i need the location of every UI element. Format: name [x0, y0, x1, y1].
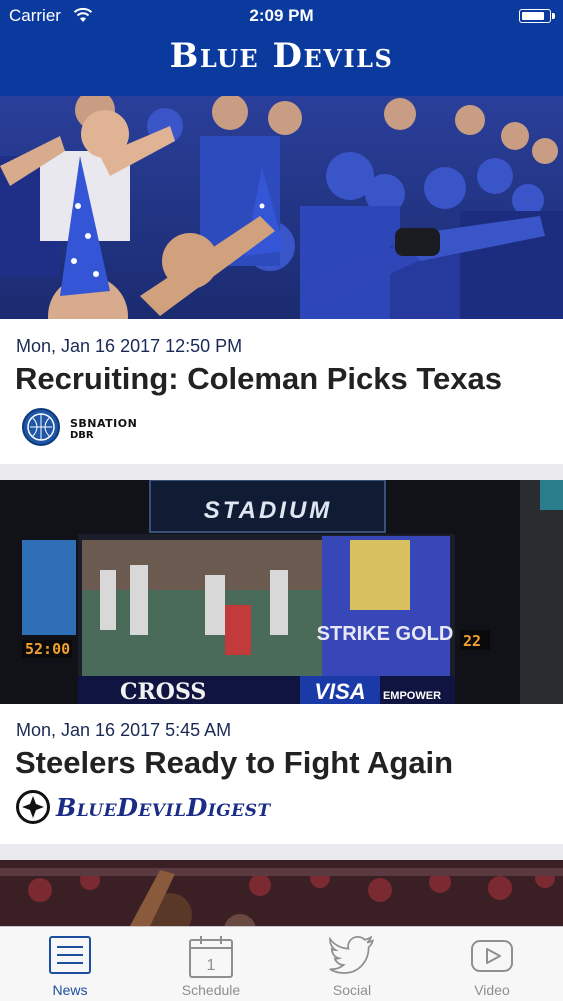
- news-item[interactable]: [0, 860, 563, 926]
- ad-strike-gold: STRIKE GOLD: [317, 623, 454, 645]
- article-date: Mon, Jan 16 2017 12:50 PM: [16, 336, 243, 356]
- tab-video[interactable]: Video: [422, 927, 562, 1001]
- ad-visa: VISA: [314, 679, 365, 704]
- tab-label: Social: [332, 982, 372, 998]
- sbnation-dbr-logo: [22, 408, 60, 446]
- scoreboard-clock-left: 52:00: [25, 640, 70, 658]
- crowd-photo: [0, 96, 563, 319]
- source-name: BlueDevilDigest: [56, 793, 271, 822]
- article-date: Mon, Jan 16 2017 5:45 AM: [16, 720, 232, 740]
- news-item[interactable]: STADIUM 52:00 STRIKE GOLD CROSS VISA EMP…: [0, 480, 563, 844]
- source-subname: DBR: [70, 430, 94, 441]
- ad-empower: EMPOWER: [383, 690, 441, 702]
- calendar-day: 1: [207, 957, 216, 974]
- tab-bar: News 1 Schedule Social Video: [0, 926, 563, 1001]
- tab-label: Video: [474, 982, 510, 998]
- tab-label: Schedule: [181, 982, 241, 998]
- battery-icon: [519, 9, 555, 23]
- stadium-sign-text: STADIUM: [204, 497, 333, 524]
- blue-devil-digest-logo: [16, 790, 50, 824]
- navigation-bar: Carrier 2:09 PM Blue Devils: [0, 0, 563, 96]
- ad-cross: CROSS: [120, 679, 206, 704]
- article-headline[interactable]: Recruiting: Coleman Picks Texas: [15, 361, 502, 397]
- tab-news[interactable]: News: [0, 927, 140, 1001]
- page-title: Blue Devils: [169, 36, 394, 76]
- calendar-icon: 1: [189, 936, 233, 978]
- stadium-scoreboard-photo: STADIUM 52:00 STRIKE GOLD CROSS VISA EMP…: [0, 480, 563, 704]
- scoreboard-clock-right: 22: [463, 632, 481, 650]
- list-icon: [49, 936, 91, 974]
- article-headline[interactable]: Steelers Ready to Fight Again: [15, 745, 453, 781]
- tab-label: News: [52, 982, 88, 998]
- tab-schedule[interactable]: 1 Schedule: [141, 927, 281, 1001]
- tab-social[interactable]: Social: [282, 927, 422, 1001]
- clock: 2:09 PM: [249, 6, 314, 25]
- play-icon: [471, 940, 513, 972]
- source-name: SBNATION: [70, 417, 138, 430]
- basketball-photo: [0, 860, 563, 926]
- status-bar: Carrier 2:09 PM: [0, 0, 563, 32]
- news-item[interactable]: Mon, Jan 16 2017 12:50 PM Recruiting: Co…: [0, 96, 563, 464]
- twitter-icon: [329, 935, 375, 974]
